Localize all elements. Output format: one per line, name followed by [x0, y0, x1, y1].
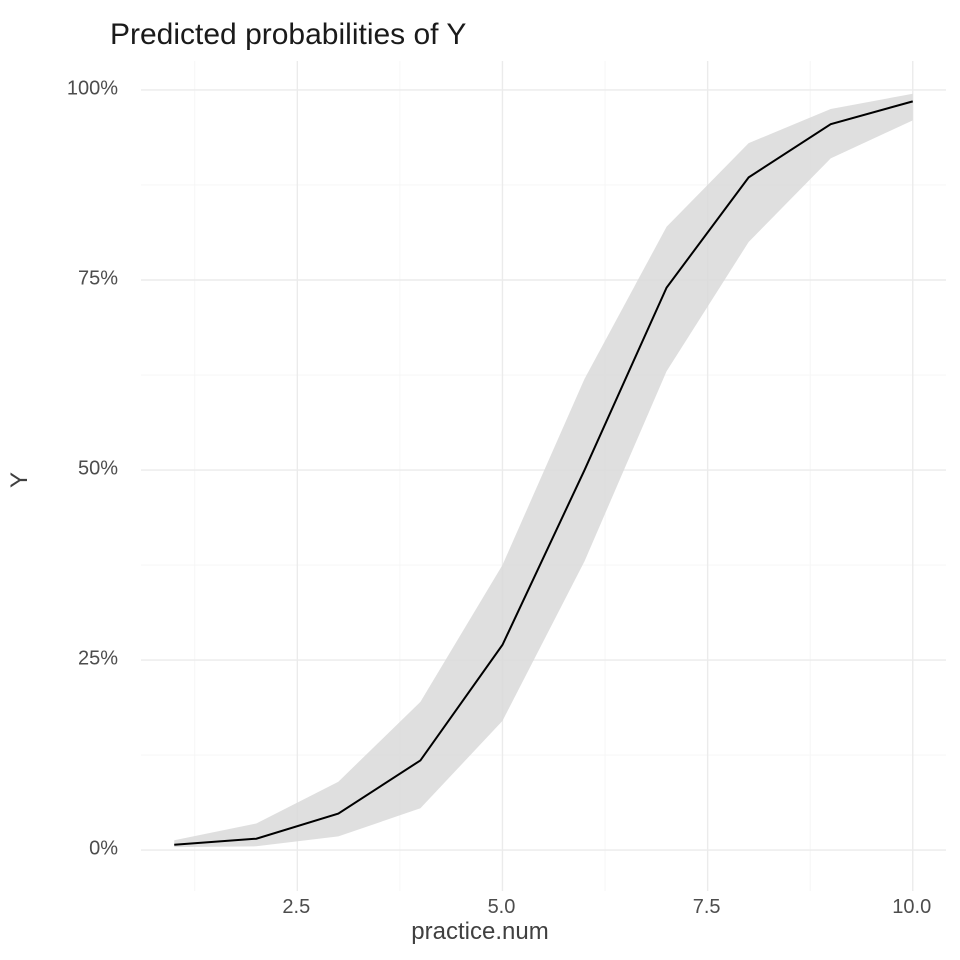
- x-tick-label: 2.5: [282, 896, 310, 919]
- x-axis-label: practice.num: [411, 918, 548, 946]
- y-tick-label: 25%: [78, 648, 118, 671]
- y-tick-label: 100%: [67, 77, 118, 100]
- y-tick-label: 50%: [78, 458, 118, 481]
- x-tick-label: 10.0: [892, 896, 931, 919]
- y-axis-ticks: 0% 25% 50% 75% 100%: [0, 60, 130, 890]
- plot-panel: [140, 60, 947, 892]
- y-tick-label: 0%: [89, 838, 118, 861]
- x-tick-label: 7.5: [693, 896, 721, 919]
- y-tick-label: 75%: [78, 267, 118, 290]
- x-axis-ticks: 2.5 5.0 7.5 10.0: [140, 892, 945, 922]
- figure: Predicted probabilities of Y Y practice.…: [0, 0, 960, 960]
- x-tick-label: 5.0: [488, 896, 516, 919]
- chart-title: Predicted probabilities of Y: [110, 18, 466, 52]
- plot-svg: [141, 61, 946, 891]
